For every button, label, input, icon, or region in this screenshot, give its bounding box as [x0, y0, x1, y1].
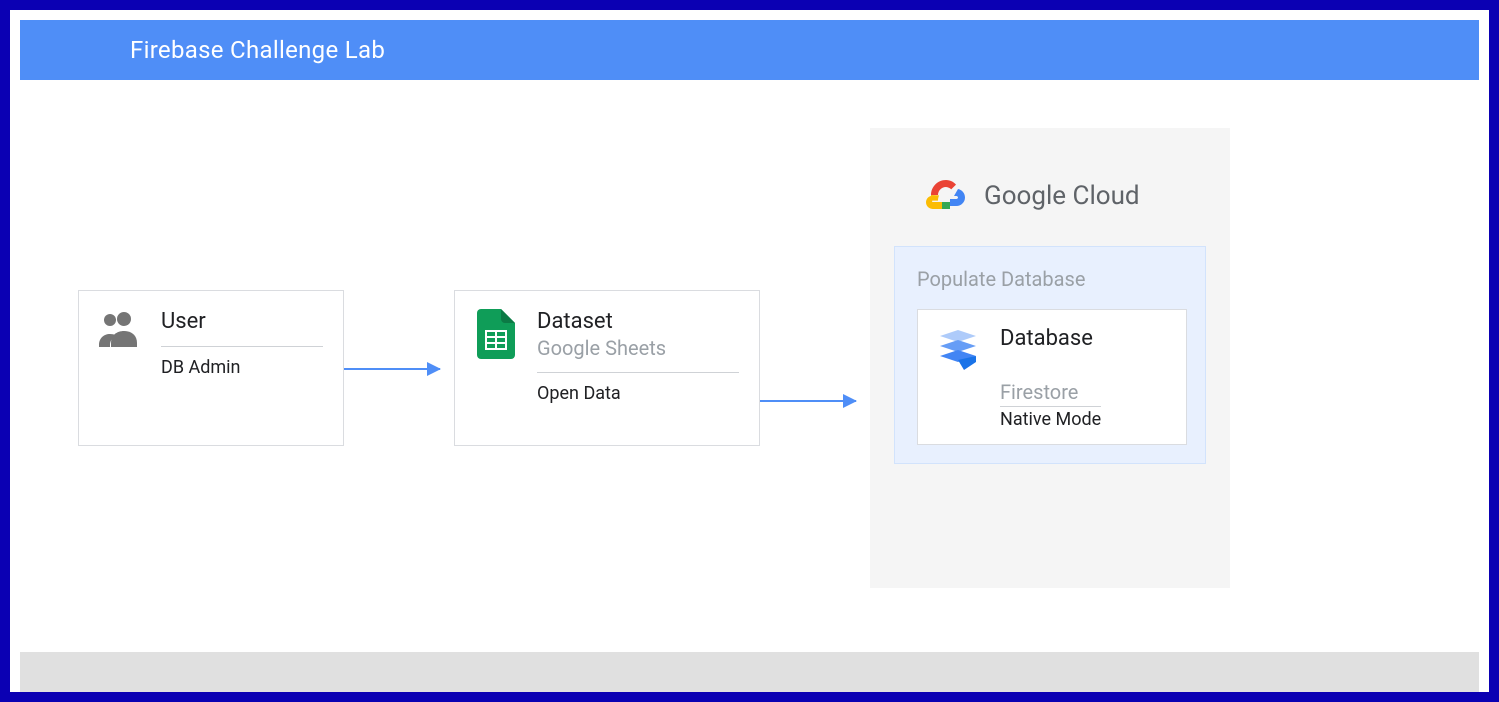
google-cloud-icon: [924, 176, 968, 216]
database-subtitle: Firestore: [1000, 380, 1101, 404]
arrow-dataset-to-cloud: [760, 400, 856, 402]
database-text: Database Firestore Native Mode: [1000, 326, 1101, 430]
page-title: Firebase Challenge Lab: [130, 36, 385, 64]
user-card: User DB Admin: [78, 290, 344, 446]
divider: [537, 372, 739, 373]
user-sub: DB Admin: [161, 357, 323, 378]
title-bar: Firebase Challenge Lab: [20, 20, 1479, 80]
user-title: User: [161, 309, 323, 334]
database-title: Database: [1000, 326, 1101, 352]
footer-bar: [20, 652, 1479, 692]
database-sub: Native Mode: [1000, 409, 1101, 430]
arrow-user-to-dataset: [344, 368, 440, 370]
dataset-card: Dataset Google Sheets Open Data: [454, 290, 760, 446]
dataset-sub: Open Data: [537, 383, 739, 404]
divider: [1000, 406, 1101, 407]
cloud-title: Google Cloud: [984, 181, 1140, 211]
google-cloud-panel: Google Cloud Populate Database: [870, 128, 1230, 588]
database-card: Database Firestore Native Mode: [917, 309, 1187, 445]
dataset-subtitle: Google Sheets: [537, 336, 739, 360]
sheets-icon: [473, 309, 519, 359]
user-text: User DB Admin: [161, 309, 323, 378]
users-icon: [97, 309, 143, 351]
diagram-canvas: Firebase Challenge Lab User DB Admin: [10, 10, 1489, 692]
diagram-frame: Firebase Challenge Lab User DB Admin: [0, 0, 1499, 702]
dataset-text: Dataset Google Sheets Open Data: [537, 309, 739, 404]
divider: [161, 346, 323, 347]
populate-database-panel: Populate Database Dat: [894, 246, 1206, 464]
populate-title: Populate Database: [917, 267, 1187, 291]
firestore-icon: [934, 326, 982, 378]
cloud-header: Google Cloud: [894, 158, 1206, 246]
dataset-title: Dataset: [537, 309, 739, 334]
